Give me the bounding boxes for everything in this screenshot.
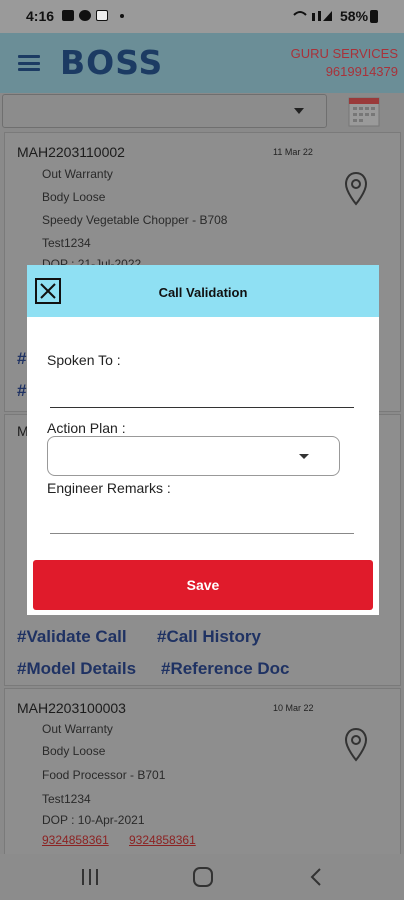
warranty-status: Out Warranty xyxy=(42,722,113,736)
notification-icon xyxy=(96,10,108,21)
call-id: MAH2203110002 xyxy=(17,144,125,160)
dop: DOP : 10-Apr-2021 xyxy=(42,813,145,827)
location-pin-icon[interactable] xyxy=(344,727,368,763)
divider xyxy=(50,533,354,534)
divider xyxy=(50,407,354,408)
spoken-to-label: Spoken To : xyxy=(47,352,121,368)
problem: Body Loose xyxy=(42,190,106,204)
call-card[interactable]: MAH2203100003 10 Mar 22 Out Warranty Bod… xyxy=(4,688,401,858)
validate-call-link[interactable]: #Validate Call xyxy=(17,627,127,647)
battery-icon xyxy=(370,10,378,23)
home-icon[interactable] xyxy=(192,866,214,888)
menu-icon[interactable] xyxy=(18,55,40,71)
gallery-icon xyxy=(62,10,74,21)
product-name: Speedy Vegetable Chopper - B708 xyxy=(42,213,228,227)
filter-dropdown[interactable] xyxy=(2,94,327,128)
phone-link[interactable]: 9324858361 xyxy=(129,833,196,847)
company-name: GURU SERVICES xyxy=(290,46,398,61)
validate-call-link-partial[interactable]: # xyxy=(17,349,26,369)
dialog-title: Call Validation xyxy=(158,285,248,300)
engineer-remarks-input[interactable] xyxy=(49,505,358,535)
call-date: 11 Mar 22 xyxy=(273,147,313,157)
dialog-header: Call Validation xyxy=(27,265,379,317)
call-validation-dialog: Call Validation Spoken To : Action Plan … xyxy=(27,265,379,615)
problem: Body Loose xyxy=(42,744,106,758)
signal-icon xyxy=(293,11,332,21)
company-phone: 9619914379 xyxy=(325,64,398,79)
recents-icon[interactable] xyxy=(80,868,100,886)
app-logo: BOSS xyxy=(60,43,164,82)
product-name: Food Processor - B701 xyxy=(42,768,166,782)
reference-doc-link[interactable]: #Reference Doc xyxy=(161,659,290,679)
action-plan-label: Action Plan : xyxy=(47,420,126,436)
warranty-status: Out Warranty xyxy=(42,167,113,181)
call-history-link[interactable]: #Call History xyxy=(157,627,261,647)
back-icon[interactable] xyxy=(308,867,324,887)
chevron-down-icon xyxy=(299,454,309,459)
app-bar: BOSS GURU SERVICES 9619914379 xyxy=(0,33,404,93)
action-plan-select[interactable] xyxy=(47,436,340,476)
whatsapp-icon xyxy=(79,10,91,21)
phone-link[interactable]: 9324858361 xyxy=(42,833,109,847)
engineer-remarks-label: Engineer Remarks : xyxy=(47,480,171,496)
status-time: 4:16 xyxy=(26,8,55,24)
spoken-to-input[interactable] xyxy=(49,377,358,409)
save-button[interactable]: Save xyxy=(33,560,373,610)
system-nav-bar xyxy=(0,854,404,900)
battery-percent: 58% xyxy=(340,8,369,24)
model-details-link-partial[interactable]: # xyxy=(17,381,26,401)
calendar-icon[interactable] xyxy=(348,95,380,127)
status-bar: 4:16 58% xyxy=(0,0,404,33)
customer-name: Test1234 xyxy=(42,236,91,250)
model-details-link[interactable]: #Model Details xyxy=(17,659,136,679)
call-id: MAH2203100003 xyxy=(17,700,126,716)
more-notifications-icon xyxy=(120,14,124,18)
call-date: 10 Mar 22 xyxy=(273,703,314,713)
customer-name: Test1234 xyxy=(42,792,91,806)
chevron-down-icon xyxy=(294,108,304,114)
location-pin-icon[interactable] xyxy=(344,171,368,207)
